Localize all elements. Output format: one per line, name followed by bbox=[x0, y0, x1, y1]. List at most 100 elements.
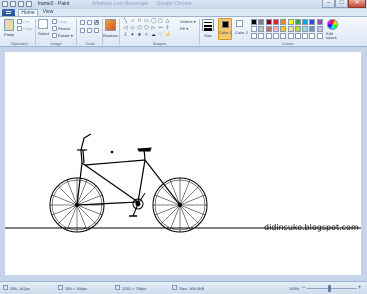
shape-option[interactable]: ⇧ bbox=[165, 26, 170, 31]
palette-swatch[interactable] bbox=[265, 19, 272, 25]
shape-option[interactable]: ▢ bbox=[158, 19, 163, 24]
shape-option[interactable]: ○ bbox=[130, 19, 135, 24]
paste-icon[interactable] bbox=[4, 19, 14, 31]
text-tool-icon[interactable]: A bbox=[94, 20, 99, 26]
minimize-button[interactable]: – bbox=[322, 0, 335, 8]
size-label[interactable]: Size bbox=[204, 33, 212, 38]
palette-swatch[interactable] bbox=[272, 26, 279, 32]
palette-swatch[interactable] bbox=[287, 33, 294, 39]
paint-menu-button[interactable] bbox=[2, 9, 15, 16]
color-picker-icon[interactable] bbox=[87, 28, 92, 33]
maximize-button[interactable]: □ bbox=[335, 0, 348, 8]
palette-swatch[interactable] bbox=[294, 33, 301, 39]
shape-option[interactable]: ⬠ bbox=[137, 26, 142, 31]
shape-option[interactable]: ╲ bbox=[123, 19, 128, 24]
palette-swatch[interactable] bbox=[302, 33, 309, 39]
shape-option[interactable]: ✧ bbox=[144, 33, 149, 38]
rotate-icon[interactable] bbox=[52, 33, 57, 38]
palette-swatch[interactable] bbox=[251, 33, 257, 39]
resize-icon[interactable] bbox=[52, 26, 57, 31]
shape-option[interactable]: ◇ bbox=[130, 26, 135, 31]
zoom-slider-track[interactable] bbox=[307, 288, 357, 289]
copy-label[interactable]: Copy bbox=[23, 26, 32, 31]
drawing-canvas[interactable]: didinsuko.blogspot.com bbox=[5, 52, 361, 275]
shape-option[interactable]: ⇩ bbox=[123, 33, 128, 38]
cut-icon[interactable] bbox=[17, 19, 22, 24]
undo-icon[interactable] bbox=[18, 1, 24, 7]
palette-swatch[interactable] bbox=[294, 26, 301, 32]
fill-dropdown[interactable]: Fill ▾ bbox=[180, 26, 188, 31]
shape-option[interactable]: ⇦ bbox=[158, 26, 163, 31]
paste-label[interactable]: Paste bbox=[4, 32, 14, 37]
outline-dropdown[interactable]: Outline ▾ bbox=[180, 19, 196, 24]
shape-option[interactable]: ♡ bbox=[158, 33, 163, 38]
palette-swatch[interactable] bbox=[309, 26, 316, 32]
background-tab: Google Chrome bbox=[156, 1, 192, 7]
palette-swatch[interactable] bbox=[280, 19, 287, 25]
copy-icon[interactable] bbox=[17, 26, 22, 31]
shape-option[interactable]: ★ bbox=[137, 33, 142, 38]
shape-option[interactable]: ⬡ bbox=[144, 26, 149, 31]
palette-swatch[interactable] bbox=[287, 26, 294, 32]
paint-app-icon[interactable] bbox=[2, 1, 8, 7]
crop-icon[interactable] bbox=[52, 19, 57, 24]
cut-label[interactable]: Cut bbox=[23, 19, 29, 24]
zoom-out-icon[interactable]: − bbox=[302, 285, 306, 291]
tab-view[interactable]: View bbox=[40, 9, 56, 16]
edit-colors-icon[interactable] bbox=[327, 19, 338, 30]
select-label[interactable]: Select bbox=[38, 31, 49, 36]
color1-selector[interactable] bbox=[218, 18, 232, 40]
shape-option[interactable]: ▷ bbox=[151, 26, 156, 31]
palette-swatch[interactable] bbox=[251, 26, 257, 32]
palette-swatch[interactable] bbox=[316, 26, 323, 32]
close-button[interactable]: ✕ bbox=[348, 0, 366, 8]
palette-swatch[interactable] bbox=[302, 26, 309, 32]
palette-swatch[interactable] bbox=[316, 19, 323, 25]
size-icon[interactable] bbox=[202, 19, 214, 31]
zoom-in-icon[interactable]: + bbox=[358, 285, 362, 291]
pencil-icon[interactable] bbox=[80, 20, 85, 25]
shape-option[interactable]: ✦ bbox=[130, 33, 135, 38]
redo-icon[interactable] bbox=[26, 1, 32, 7]
palette-swatch[interactable] bbox=[302, 19, 309, 25]
save-icon[interactable] bbox=[10, 1, 16, 7]
eraser-icon[interactable] bbox=[80, 28, 85, 33]
color2-swatch[interactable] bbox=[236, 20, 243, 27]
shape-option[interactable]: ☁ bbox=[151, 33, 156, 38]
cursor-position: 256, 161px bbox=[10, 286, 30, 291]
color2-label[interactable]: Color 2 bbox=[235, 30, 248, 35]
magnifier-icon[interactable] bbox=[94, 28, 99, 33]
edit-colors-label[interactable]: Edit colors bbox=[326, 32, 342, 40]
select-icon[interactable] bbox=[38, 19, 48, 29]
palette-swatch[interactable] bbox=[280, 26, 287, 32]
palette-swatch[interactable] bbox=[272, 19, 279, 25]
palette-swatch[interactable] bbox=[258, 33, 265, 39]
rotate-label[interactable]: Rotate ▾ bbox=[58, 33, 73, 38]
shape-option[interactable]: △ bbox=[165, 19, 170, 24]
palette-swatch[interactable] bbox=[280, 33, 287, 39]
tab-home[interactable]: Home bbox=[18, 9, 38, 16]
crop-label[interactable]: Crop bbox=[58, 19, 67, 24]
palette-swatch[interactable] bbox=[251, 19, 257, 25]
shape-option[interactable]: ▭ bbox=[144, 19, 149, 24]
palette-swatch[interactable] bbox=[265, 26, 272, 32]
palette-swatch[interactable] bbox=[287, 19, 294, 25]
shape-option[interactable]: ◯ bbox=[151, 19, 157, 24]
brushes-label[interactable]: Brushes bbox=[103, 33, 118, 38]
palette-swatch[interactable] bbox=[258, 19, 265, 25]
zoom-slider-thumb[interactable] bbox=[328, 285, 331, 292]
palette-swatch[interactable] bbox=[309, 33, 316, 39]
shape-option[interactable]: ⚡ bbox=[165, 33, 171, 38]
fill-bucket-icon[interactable] bbox=[87, 20, 92, 25]
divider bbox=[76, 19, 77, 45]
palette-swatch[interactable] bbox=[309, 19, 316, 25]
palette-swatch[interactable] bbox=[258, 26, 265, 32]
resize-label[interactable]: Resize bbox=[58, 26, 70, 31]
palette-swatch[interactable] bbox=[294, 19, 301, 25]
palette-swatch[interactable] bbox=[272, 33, 279, 39]
brushes-icon[interactable] bbox=[105, 19, 116, 31]
palette-swatch[interactable] bbox=[265, 33, 272, 39]
palette-swatch[interactable] bbox=[316, 33, 323, 39]
shape-option[interactable]: □ bbox=[137, 19, 142, 24]
shape-option[interactable]: ◁ bbox=[123, 26, 128, 31]
